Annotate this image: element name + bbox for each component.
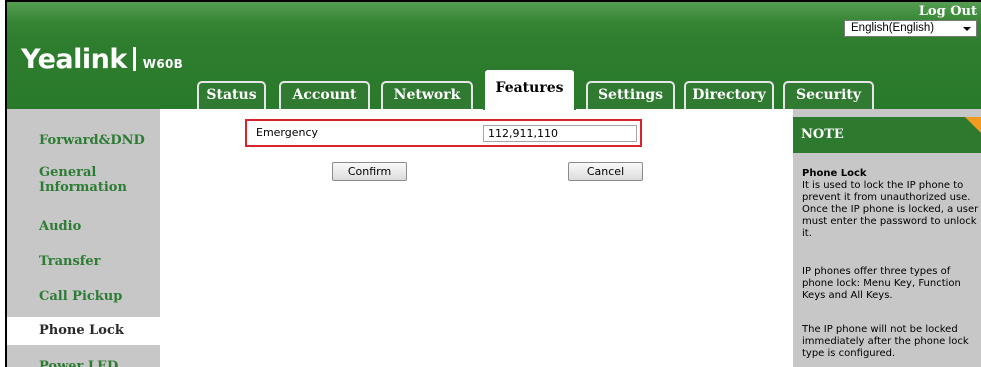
sidebar-item-forward-dnd[interactable]: Forward&DND bbox=[7, 133, 160, 148]
header-shine bbox=[7, 2, 981, 22]
tab-directory[interactable]: Directory bbox=[684, 81, 774, 109]
tab-status[interactable]: Status bbox=[197, 81, 266, 109]
header-bar: Yealink W60B Log Out English(English) St… bbox=[7, 2, 981, 110]
brand-name: Yealink bbox=[21, 44, 127, 75]
note-header: NOTE bbox=[793, 117, 981, 153]
note-section-phone-lock: Phone Lock It is used to lock the IP pho… bbox=[802, 168, 981, 240]
chevron-down-icon bbox=[963, 27, 971, 31]
emergency-label: Emergency bbox=[256, 126, 319, 139]
language-select[interactable]: English(English) bbox=[844, 20, 977, 37]
emergency-field[interactable]: 112,911,110 bbox=[483, 125, 637, 142]
note-paragraph-2: IP phones offer three types of phone loc… bbox=[802, 266, 961, 301]
note-panel: NOTE Phone Lock It is used to lock the I… bbox=[793, 109, 981, 367]
language-value: English(English) bbox=[851, 22, 935, 34]
web-ui-frame: Yealink W60B Log Out English(English) St… bbox=[5, 0, 981, 367]
tab-network[interactable]: Network bbox=[381, 81, 473, 109]
tab-features[interactable]: Features bbox=[483, 68, 576, 110]
sidebar-item-transfer[interactable]: Transfer bbox=[7, 254, 160, 269]
note-corner-fold bbox=[965, 117, 981, 135]
content-area: Forward&DND General Information Audio Tr… bbox=[7, 109, 981, 367]
sidebar-item-power-led[interactable]: Power LED bbox=[7, 359, 160, 367]
sidebar-item-phone-lock[interactable]: Phone Lock bbox=[7, 317, 160, 345]
yealink-logo: Yealink W60B bbox=[21, 44, 183, 75]
main-panel: Emergency 112,911,110 Confirm Cancel bbox=[160, 109, 793, 367]
sidebar: Forward&DND General Information Audio Tr… bbox=[7, 109, 160, 367]
model-name: W60B bbox=[142, 57, 184, 71]
tab-account[interactable]: Account bbox=[279, 81, 370, 109]
note-paragraph-3: The IP phone will not be locked immediat… bbox=[802, 324, 969, 359]
tab-settings[interactable]: Settings bbox=[586, 81, 675, 109]
sidebar-item-call-pickup[interactable]: Call Pickup bbox=[7, 289, 160, 304]
confirm-button[interactable]: Confirm bbox=[332, 162, 407, 181]
cancel-button[interactable]: Cancel bbox=[568, 162, 643, 181]
logo-divider bbox=[132, 47, 136, 71]
tab-security[interactable]: Security bbox=[783, 81, 874, 109]
note-paragraph-1: It is used to lock the IP phone to preve… bbox=[802, 180, 979, 239]
note-title: Phone Lock bbox=[802, 168, 867, 179]
sidebar-item-general-information[interactable]: General Information bbox=[7, 165, 127, 195]
logout-link[interactable]: Log Out bbox=[919, 4, 977, 19]
sidebar-item-audio[interactable]: Audio bbox=[7, 219, 160, 234]
